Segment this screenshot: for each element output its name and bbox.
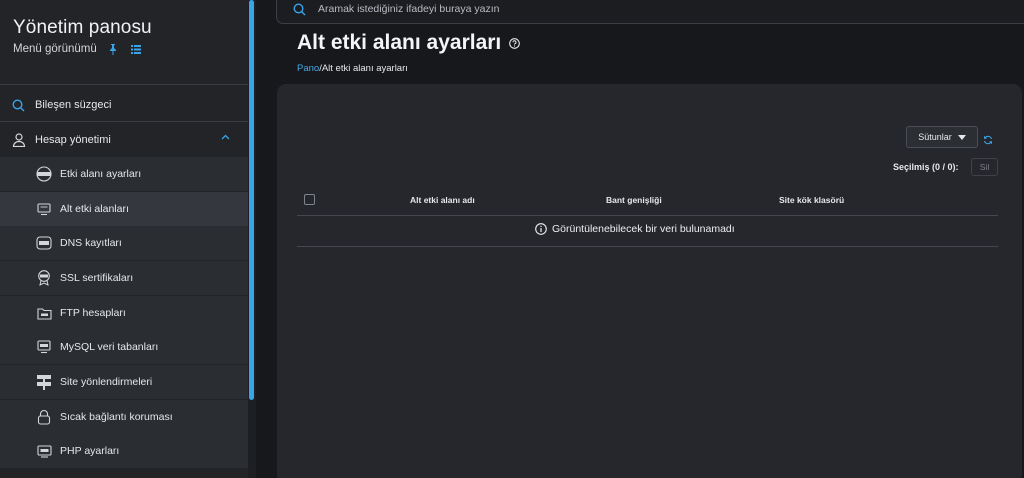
sidebar-item-subdomains[interactable]: Alt etki alanları <box>0 192 248 226</box>
search-icon <box>293 2 306 15</box>
search-placeholder: Aramak istediğiniz ifadeyi buraya yazın <box>318 3 500 15</box>
info-icon <box>535 223 547 235</box>
sidebar-item-dns-records[interactable]: DNS kayıtları <box>0 226 248 260</box>
sidebar-item-label: DNS kayıtları <box>60 237 122 249</box>
sidebar-divider <box>0 84 248 85</box>
sidebar-item-mysql-databases[interactable]: MySQL veri tabanları <box>0 330 248 364</box>
sidebar-group-account-management[interactable]: Hesap yönetimi <box>0 126 248 154</box>
breadcrumb: Pano/Alt etki alanı ayarları <box>297 63 408 74</box>
refresh-icon[interactable] <box>983 132 993 150</box>
column-header-subdomain-name[interactable]: Alt etki alanı adı <box>410 195 475 205</box>
empty-state-text: Görüntülenebilecek bir veri bulunamadı <box>552 223 735 235</box>
sidebar-item-label: Alt etki alanları <box>60 203 129 215</box>
monitor-icon <box>36 201 52 217</box>
database-icon <box>36 339 52 355</box>
ssl-badge-icon <box>36 270 52 286</box>
chevron-up-icon[interactable] <box>221 134 230 140</box>
sidebar-item-ftp-accounts[interactable]: FTP hesapları <box>0 296 248 330</box>
signpost-icon <box>36 374 52 390</box>
php-icon <box>36 443 52 459</box>
sidebar-item-domain-settings[interactable]: Etki alanı ayarları <box>0 157 248 191</box>
select-all-checkbox[interactable] <box>304 194 315 205</box>
sidebar-item-site-redirects[interactable]: Site yönlendirmeleri <box>0 365 248 399</box>
columns-label: Sütunlar <box>918 132 952 142</box>
sidebar-item-label: PHP ayarları <box>60 445 120 457</box>
sidebar-scrollbar-thumb[interactable] <box>249 0 254 400</box>
sidebar-item-label: FTP hesapları <box>60 307 126 319</box>
breadcrumb-home-link[interactable]: Pano <box>297 63 319 74</box>
sidebar-item-php-settings[interactable]: PHP ayarları <box>0 434 248 468</box>
component-filter-label: Bileşen süzgeci <box>35 99 112 111</box>
breadcrumb-current: Alt etki alanı ayarları <box>321 63 408 74</box>
delete-button[interactable]: Sil <box>971 158 998 176</box>
selected-count: Seçilmiş (0 / 0): <box>893 162 959 172</box>
lock-icon <box>36 409 52 425</box>
column-header-site-root-folder[interactable]: Site kök klasörü <box>779 195 844 205</box>
sidebar: Yönetim panosu Menü görünümü Bileşen süz… <box>0 0 248 478</box>
search-icon <box>12 98 25 111</box>
sidebar-item-ssl-certificates[interactable]: SSL sertifikaları <box>0 261 248 295</box>
columns-dropdown-button[interactable]: Sütunlar <box>906 126 978 148</box>
sidebar-title: Yönetim panosu <box>13 17 152 38</box>
sidebar-item-label: Site yönlendirmeleri <box>60 376 153 388</box>
dns-icon <box>36 235 52 251</box>
list-view-icon[interactable] <box>129 42 143 56</box>
table-header-divider <box>297 215 998 216</box>
component-filter[interactable]: Bileşen süzgeci <box>0 90 248 120</box>
app-root: Yönetim panosu Menü görünümü Bileşen süz… <box>0 0 1024 478</box>
sidebar-item-label: Etki alanı ayarları <box>60 168 142 180</box>
sidebar-group-label: Hesap yönetimi <box>35 134 111 146</box>
column-header-bandwidth[interactable]: Bant genişliği <box>606 195 662 205</box>
global-search[interactable]: Aramak istediğiniz ifadeyi buraya yazın <box>276 0 1024 24</box>
sidebar-item-label: SSL sertifikaları <box>60 272 134 284</box>
page-title: Alt etki alanı ayarları <box>297 31 502 54</box>
sidebar-item-hotlink-protection[interactable]: Sıcak bağlantı koruması <box>0 400 248 434</box>
globe-www-icon <box>36 166 52 182</box>
menu-view-row: Menü görünümü <box>13 42 143 56</box>
empty-state-message: Görüntülenebilecek bir veri bulunamadı <box>535 223 735 235</box>
menu-view-label: Menü görünümü <box>13 43 97 55</box>
sidebar-divider <box>0 121 248 122</box>
page-title-row: Alt etki alanı ayarları <box>297 31 521 55</box>
sidebar-item-label: MySQL veri tabanları <box>60 341 159 353</box>
table-bottom-divider <box>297 246 998 247</box>
ftp-folder-icon <box>36 305 52 321</box>
help-icon[interactable] <box>509 37 521 49</box>
caret-down-icon <box>957 134 966 140</box>
user-icon <box>12 133 26 147</box>
sidebar-item-label: Sıcak bağlantı koruması <box>60 411 173 423</box>
pin-icon[interactable] <box>106 42 120 56</box>
